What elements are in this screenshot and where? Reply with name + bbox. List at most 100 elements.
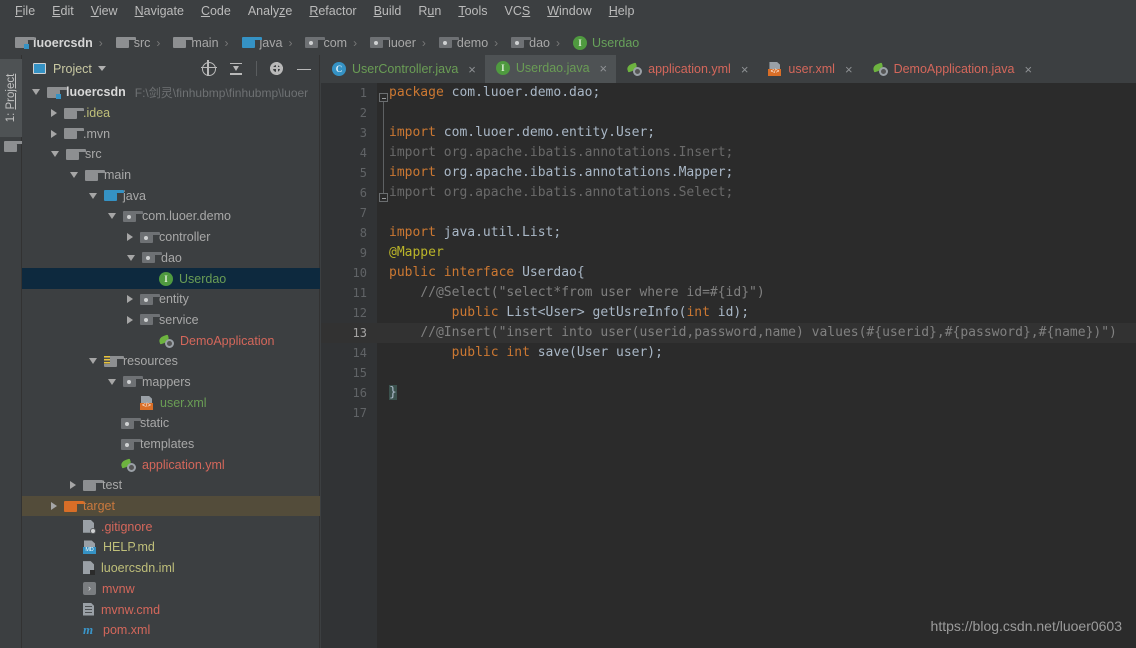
editor-tab-usercontroller-java[interactable]: C UserController.java × bbox=[321, 55, 485, 83]
menu-item-edit[interactable]: Edit bbox=[44, 2, 83, 21]
tree-item-luoercsdn-iml[interactable]: luoercsdn.iml bbox=[22, 558, 320, 579]
package-icon bbox=[142, 252, 162, 264]
line-number: 15 bbox=[352, 366, 367, 380]
chevron-down-icon[interactable] bbox=[89, 358, 97, 365]
chevron-down-icon[interactable] bbox=[108, 378, 116, 385]
chevron-right-icon[interactable] bbox=[51, 129, 57, 138]
tree-item-mappers[interactable]: mappers bbox=[22, 372, 320, 393]
menu-item-help[interactable]: Help bbox=[601, 2, 644, 21]
breadcrumb-item-luoercsdn[interactable]: luoercsdn bbox=[8, 36, 93, 50]
menu-item-code[interactable]: Code bbox=[193, 2, 240, 21]
watermark-text: https://blog.csdn.net/luoer0603 bbox=[930, 618, 1122, 634]
tree-item-static[interactable]: static bbox=[22, 413, 320, 434]
editor-tab-userdao-java[interactable]: I Userdao.java × bbox=[484, 55, 617, 83]
tree-item-src[interactable]: src bbox=[22, 144, 320, 165]
hide-icon[interactable] bbox=[297, 62, 311, 76]
close-icon[interactable]: × bbox=[845, 63, 853, 76]
tree-item-test[interactable]: test bbox=[22, 475, 320, 496]
menu-item-vcs[interactable]: VCS bbox=[497, 2, 540, 21]
code-line: 16} bbox=[321, 383, 1136, 403]
project-tool-button[interactable]: 1: Project bbox=[0, 59, 22, 137]
chevron-right-icon[interactable] bbox=[127, 315, 133, 324]
menu-item-analyze[interactable]: Analyze bbox=[240, 2, 301, 21]
breadcrumb-item-src[interactable]: src bbox=[109, 36, 150, 50]
tree-item-service[interactable]: service bbox=[22, 310, 320, 331]
tree-item-dao[interactable]: dao bbox=[22, 248, 320, 269]
breadcrumb-separator: › bbox=[353, 35, 358, 50]
chevron-right-icon[interactable] bbox=[51, 109, 57, 118]
menu-item-run[interactable]: Run bbox=[410, 2, 450, 21]
close-icon[interactable]: × bbox=[600, 62, 608, 75]
tree-item-main[interactable]: main bbox=[22, 165, 320, 186]
chevron-down-icon[interactable] bbox=[108, 213, 116, 220]
chevron-right-icon[interactable] bbox=[70, 481, 76, 490]
chevron-down-icon[interactable] bbox=[127, 254, 135, 261]
tree-item-templates[interactable]: templates bbox=[22, 434, 320, 455]
tree-item-pom-xml[interactable]: m pom.xml bbox=[22, 620, 320, 641]
chevron-down-icon[interactable] bbox=[32, 89, 40, 96]
code-editor[interactable]: 1 package com.luoer.demo.dao; 2 3 import com… bbox=[321, 83, 1136, 648]
tree-item--idea[interactable]: .idea bbox=[22, 103, 320, 124]
chevron-down-icon[interactable] bbox=[70, 172, 78, 179]
tree-item-resources[interactable]: resources bbox=[22, 351, 320, 372]
tree-item-com-luoer-demo[interactable]: com.luoer.demo bbox=[22, 206, 320, 227]
editor-tab-bar: C UserController.java × I Userdao.java × appli… bbox=[321, 55, 1136, 83]
locate-icon[interactable] bbox=[200, 60, 217, 76]
tree-item-mvnw-cmd[interactable]: mvnw.cmd bbox=[22, 599, 320, 620]
settings-icon[interactable] bbox=[270, 61, 284, 76]
tree-item-entity[interactable]: entity bbox=[22, 289, 320, 310]
tree-item-controller[interactable]: controller bbox=[22, 227, 320, 248]
editor-tab-demoapplication-java[interactable]: DemoApplication.java × bbox=[862, 55, 1042, 83]
tree-item-java[interactable]: java bbox=[22, 185, 320, 206]
tree-item-help-md[interactable]: MD HELP.md bbox=[22, 537, 320, 558]
breadcrumb-item-label: Userdao bbox=[592, 35, 640, 50]
breadcrumb-item-label: dao bbox=[529, 35, 551, 50]
editor-tab-application-yml[interactable]: application.yml × bbox=[616, 55, 757, 83]
breadcrumb-separator: › bbox=[156, 35, 161, 50]
editor-tab-user-xml[interactable]: </> user.xml × bbox=[757, 55, 861, 83]
left-tool-strip: 1: Project bbox=[0, 55, 24, 648]
menu-item-navigate[interactable]: Navigate bbox=[127, 2, 193, 21]
tree-item-userdao[interactable]: I Userdao bbox=[22, 268, 320, 289]
chevron-down-icon[interactable] bbox=[89, 192, 97, 199]
tree-item-target[interactable]: target bbox=[22, 495, 320, 517]
breadcrumb-item-main[interactable]: main bbox=[166, 36, 219, 50]
tree-item--mvn[interactable]: .mvn bbox=[22, 123, 320, 144]
line-number: 16 bbox=[352, 386, 367, 400]
breadcrumb-item-java[interactable]: java bbox=[235, 36, 282, 50]
menu-item-refactor[interactable]: Refactor bbox=[301, 2, 365, 21]
tree-item-user-xml[interactable]: </> user.xml bbox=[22, 392, 320, 413]
chevron-right-icon[interactable] bbox=[127, 233, 133, 242]
folder-icon bbox=[4, 141, 24, 152]
project-view-icon bbox=[33, 63, 46, 74]
tree-item-demoapplication[interactable]: DemoApplication bbox=[22, 330, 320, 351]
breadcrumb-item-com[interactable]: com bbox=[298, 36, 347, 50]
collapse-all-icon[interactable] bbox=[229, 62, 243, 76]
gitignore-file-icon bbox=[83, 519, 96, 534]
close-icon[interactable]: × bbox=[741, 63, 749, 76]
code-line: 9 @Mapper bbox=[321, 243, 1136, 263]
tree-item-application-yml[interactable]: application.yml bbox=[22, 454, 320, 475]
tree-item-label: entity bbox=[159, 292, 189, 307]
tree-no-toggle bbox=[108, 419, 114, 428]
close-icon[interactable]: × bbox=[1024, 63, 1032, 76]
tree-item--gitignore[interactable]: .gitignore bbox=[22, 516, 320, 537]
breadcrumb-item-demo[interactable]: demo bbox=[432, 36, 488, 50]
chevron-right-icon[interactable] bbox=[127, 295, 133, 304]
close-icon[interactable]: × bbox=[468, 63, 476, 76]
breadcrumb-item-dao[interactable]: dao bbox=[504, 36, 550, 50]
tree-item-label: src bbox=[85, 147, 102, 162]
project-tree[interactable]: luoercsdn F:\剑灵\finhubmp\finhubmp\luoer .i… bbox=[22, 82, 320, 648]
menu-item-window[interactable]: Window bbox=[539, 2, 600, 21]
chevron-down-icon[interactable] bbox=[97, 66, 106, 71]
menu-item-view[interactable]: View bbox=[83, 2, 127, 21]
menu-item-file[interactable]: File bbox=[7, 2, 44, 21]
breadcrumb-item-userdao[interactable]: I Userdao bbox=[566, 35, 640, 50]
chevron-down-icon[interactable] bbox=[51, 151, 59, 158]
menu-item-tools[interactable]: Tools bbox=[450, 2, 496, 21]
tree-item-mvnw[interactable]: › mvnw bbox=[22, 579, 320, 600]
menu-item-build[interactable]: Build bbox=[366, 2, 411, 21]
breadcrumb-item-luoer[interactable]: luoer bbox=[363, 36, 416, 50]
chevron-right-icon[interactable] bbox=[51, 502, 57, 511]
tree-item-luoercsdn[interactable]: luoercsdn F:\剑灵\finhubmp\finhubmp\luoer bbox=[22, 82, 320, 103]
